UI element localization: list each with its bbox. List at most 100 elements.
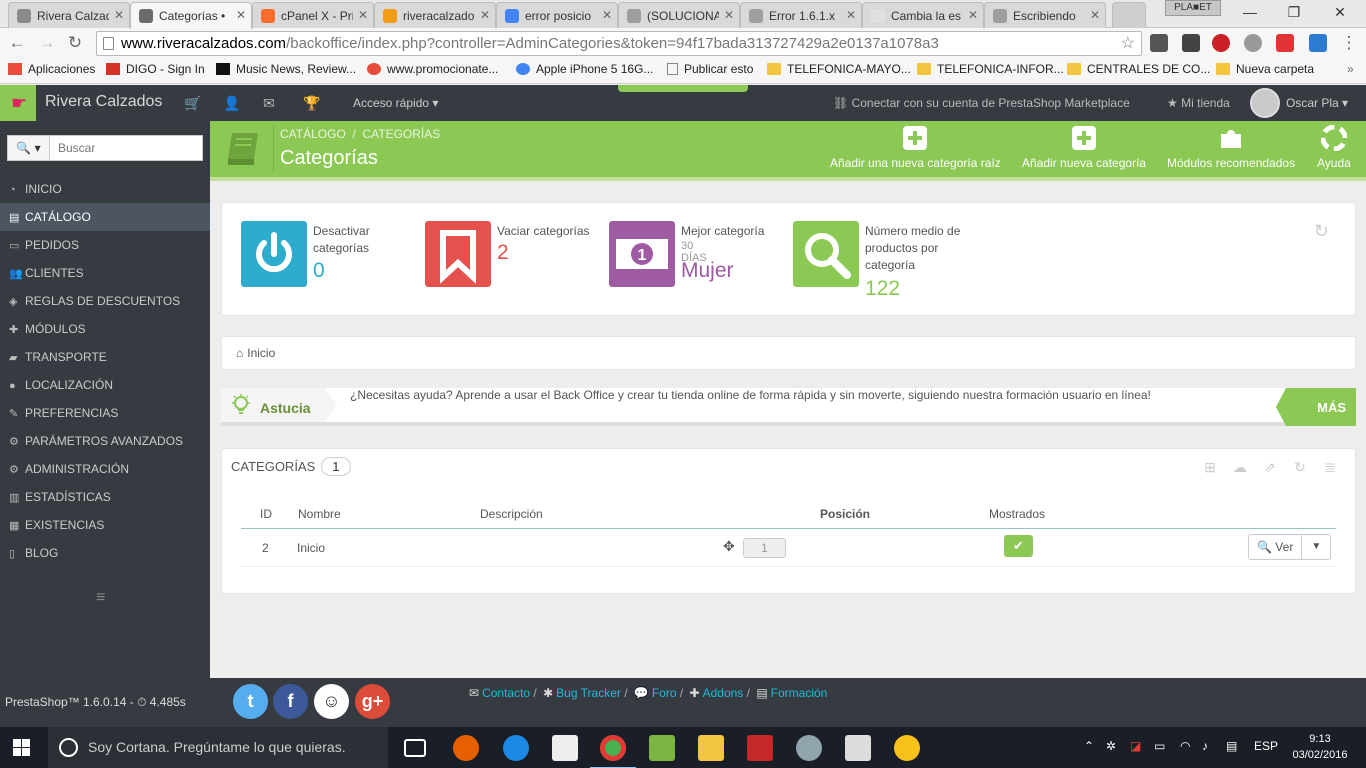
caret-down-icon[interactable]: ▼ <box>1302 534 1332 560</box>
tab-close-icon[interactable]: ✕ <box>846 8 856 22</box>
bookmark-item[interactable]: www.promocionate... <box>367 62 498 76</box>
envelope-icon[interactable]: ✉ <box>263 95 275 112</box>
sidebar-item-parametros[interactable]: ⚙ Parámetros avanzados <box>0 427 210 455</box>
more-bookmarks-icon[interactable]: » <box>1347 62 1354 76</box>
bookmark-folder[interactable]: TELEFONICA-MAYO... <box>767 62 911 76</box>
twitter-icon[interactable]: t <box>233 684 268 719</box>
bookmark-folder[interactable]: CENTRALES DE CO... <box>1067 62 1210 76</box>
app-icon[interactable] <box>894 735 920 761</box>
footer-link-formacion[interactable]: Formación <box>771 686 828 700</box>
search-scope-dropdown[interactable]: 🔍 ▾ <box>8 136 50 160</box>
col-name[interactable]: Nombre <box>298 507 341 521</box>
sidebar-item-pedidos[interactable]: ▭ Pedidos <box>0 231 210 259</box>
extension-icon[interactable] <box>1182 34 1200 52</box>
shop-name[interactable]: Rivera Calzados <box>45 93 162 111</box>
sidebar-item-blog[interactable]: ▯ Blog <box>0 539 210 567</box>
footer-link-contacto[interactable]: Contacto <box>482 686 530 700</box>
user-icon[interactable]: 👤 <box>223 95 240 112</box>
prestashop-logo[interactable]: ☛ <box>0 85 36 121</box>
recommended-modules-button[interactable]: Módulos recomendados <box>1167 125 1295 170</box>
tray-battery-icon[interactable]: ▭ <box>1154 739 1165 753</box>
reload-icon[interactable]: ↻ <box>64 33 86 53</box>
marketplace-link[interactable]: ⛓ Conectar con su cuenta de PrestaShop M… <box>833 96 1130 110</box>
browser-tab[interactable]: error posicio ✕ <box>496 2 618 28</box>
minimize-icon[interactable]: — <box>1230 2 1270 22</box>
store-icon[interactable] <box>552 735 578 761</box>
tray-chevron-icon[interactable]: ⌃ <box>1084 739 1094 753</box>
firefox-icon[interactable] <box>453 735 479 761</box>
chrome-icon[interactable] <box>590 735 636 768</box>
tray-app-icon[interactable]: ◪ <box>1130 739 1141 753</box>
export-icon[interactable]: ⇗ <box>1255 455 1285 479</box>
tip-more-button[interactable]: MÁS <box>1276 388 1356 426</box>
tab-close-icon[interactable]: ✕ <box>968 8 978 22</box>
footer-link-foro[interactable]: Foro <box>652 686 677 700</box>
filezilla-icon[interactable] <box>747 735 773 761</box>
help-button[interactable]: Ayuda <box>1317 125 1351 170</box>
collapse-menu-icon[interactable]: ≡ <box>96 589 105 607</box>
url-field[interactable]: www.riveracalzados.com/backoffice/index.… <box>96 31 1142 56</box>
browser-tab[interactable]: riveracalzado ✕ <box>374 2 496 28</box>
notifications-icon[interactable]: ▤ <box>1226 739 1237 753</box>
browser-tab[interactable]: (SOLUCIONA ✕ <box>618 2 740 28</box>
back-arrow-icon[interactable]: ← <box>6 33 28 53</box>
sidebar-item-modulos[interactable]: ✚ Módulos <box>0 315 210 343</box>
sidebar-item-inicio[interactable]: ◔ Inicio <box>0 175 210 203</box>
breadcrumb-home[interactable]: ⌂ Inicio <box>236 346 275 360</box>
browser-tab[interactable]: cPanel X - Pri ✕ <box>252 2 374 28</box>
bookmark-item[interactable]: DIGO - Sign In <box>106 62 205 76</box>
cortana-search[interactable]: Soy Cortana. Pregúntame lo que quieras. <box>48 727 388 768</box>
maximize-icon[interactable]: ❐ <box>1274 2 1314 22</box>
sidebar-item-catalogo[interactable]: ▤ Catálogo <box>0 203 210 231</box>
bookmark-item[interactable]: Music News, Review... <box>216 62 356 76</box>
browser-tab[interactable]: Rivera Calzad ✕ <box>8 2 130 28</box>
my-shop-link[interactable]: ★ Mi tienda <box>1167 96 1230 110</box>
extension-icon[interactable] <box>1244 34 1262 52</box>
refresh-list-icon[interactable]: ↻ <box>1285 455 1315 479</box>
cloud-upload-icon[interactable]: ☁ <box>1225 455 1255 479</box>
view-button[interactable]: 🔍 Ver <box>1248 534 1303 560</box>
forward-arrow-icon[interactable]: → <box>36 33 58 53</box>
col-description[interactable]: Descripción <box>480 507 543 521</box>
footer-link-bug-tracker[interactable]: Bug Tracker <box>556 686 621 700</box>
database-icon[interactable]: ≣ <box>1315 455 1345 479</box>
new-tab-button[interactable] <box>1112 2 1146 28</box>
sidebar-item-clientes[interactable]: 👥 Clientes <box>0 259 210 287</box>
col-displayed[interactable]: Mostrados <box>989 507 1045 521</box>
tab-close-icon[interactable]: ✕ <box>602 8 612 22</box>
menu-icon[interactable]: ⋮ <box>1338 33 1360 53</box>
calculator-icon[interactable] <box>845 735 871 761</box>
windows-start-icon[interactable] <box>13 739 30 756</box>
avatar[interactable] <box>1250 88 1280 118</box>
extension-icon[interactable] <box>1276 34 1294 52</box>
tab-close-icon[interactable]: ✕ <box>358 8 368 22</box>
position-field[interactable]: 1 <box>743 538 786 558</box>
extension-icon[interactable] <box>1150 34 1168 52</box>
browser-tab-active[interactable]: Categorías • ✕ <box>130 2 252 29</box>
bookmark-item[interactable]: Publicar esto <box>667 62 753 76</box>
table-row[interactable]: 2 Inicio ✥ 1 ✔ 🔍 Ver ▼ <box>241 529 1336 567</box>
add-new-icon[interactable]: ⊞ <box>1195 455 1225 479</box>
tab-close-icon[interactable]: ✕ <box>480 8 490 22</box>
clock[interactable]: 9:13 03/02/2016 <box>1290 731 1350 763</box>
bookmark-item[interactable]: Apple iPhone 5 16G... <box>516 62 653 76</box>
col-id[interactable]: ID <box>260 507 272 521</box>
sidebar-item-existencias[interactable]: ▦ Existencias <box>0 511 210 539</box>
bookmark-folder[interactable]: TELEFONICA-INFOR... <box>917 62 1064 76</box>
footer-link-addons[interactable]: Addons <box>703 686 744 700</box>
close-window-icon[interactable]: ✕ <box>1320 2 1360 22</box>
volume-icon[interactable]: ♪ <box>1202 739 1208 753</box>
col-position[interactable]: Posición <box>820 507 870 521</box>
drag-handle-icon[interactable]: ✥ <box>723 538 735 555</box>
tab-close-icon[interactable]: ✕ <box>236 8 246 22</box>
github-icon[interactable]: ☺ <box>314 684 349 719</box>
window-user-badge[interactable]: PLA■ET <box>1165 0 1221 16</box>
evernote-icon[interactable] <box>649 735 675 761</box>
cart-icon[interactable]: 🛒 <box>184 95 201 112</box>
trophy-icon[interactable]: 🏆 <box>303 95 320 112</box>
bookmark-star-icon[interactable]: ☆ <box>1121 32 1135 55</box>
browser-tab[interactable]: Escribiendo ✕ <box>984 2 1106 28</box>
sidebar-item-estadisticas[interactable]: ▥ Estadísticas <box>0 483 210 511</box>
sidebar-item-localizacion[interactable]: ● Localización <box>0 371 210 399</box>
sidebar-item-transporte[interactable]: ▰ Transporte <box>0 343 210 371</box>
